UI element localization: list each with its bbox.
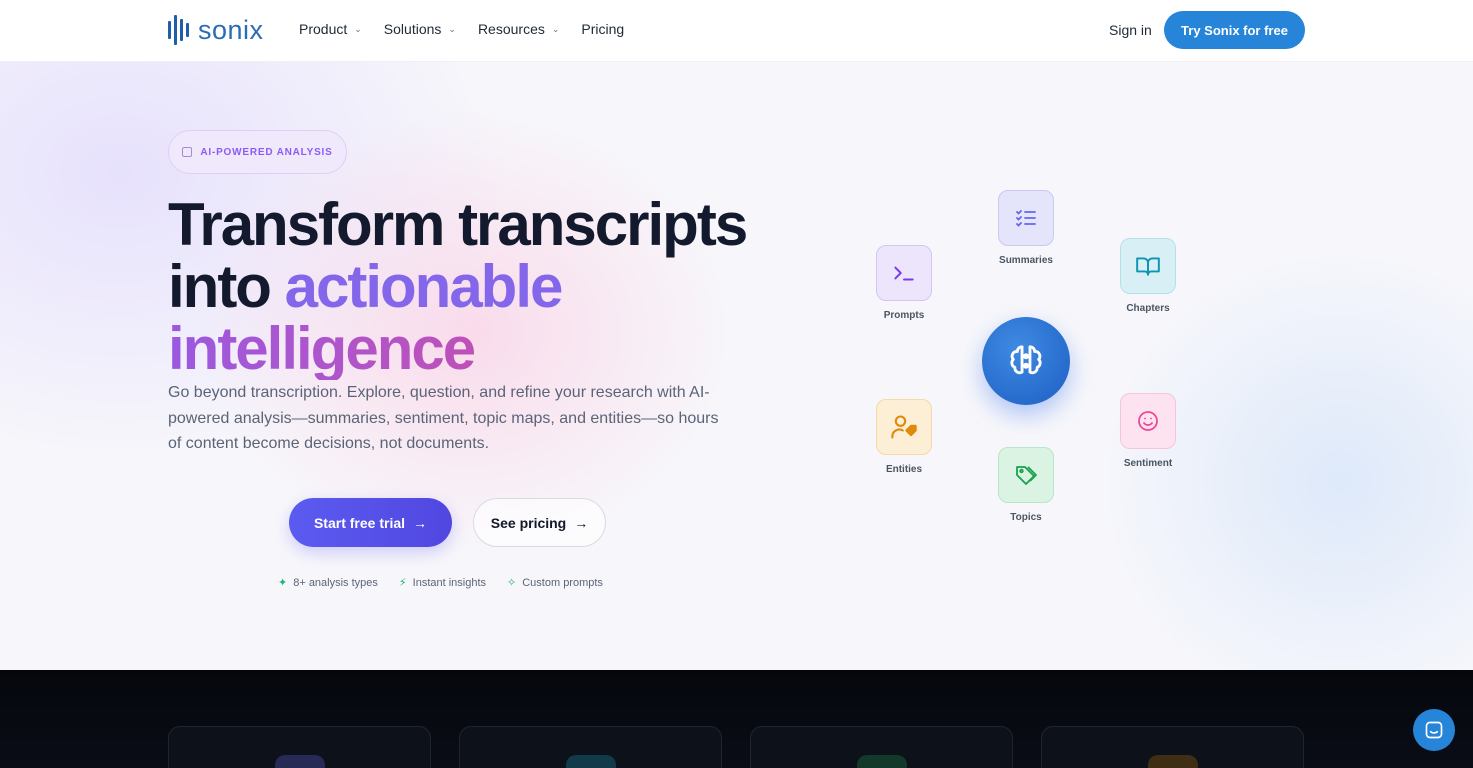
card-icon xyxy=(1148,755,1198,768)
feature-item: ⚡︎ Instant insights xyxy=(398,576,487,590)
nav-item-pricing[interactable]: Pricing xyxy=(581,21,624,37)
feature-label: 8+ analysis types xyxy=(293,576,378,589)
node-icon-box xyxy=(998,190,1054,246)
logo-text: sonix xyxy=(198,15,264,45)
node-label: Topics xyxy=(1010,512,1042,523)
node-entities[interactable]: Entities xyxy=(864,399,944,475)
chat-launcher-button[interactable] xyxy=(1413,709,1455,751)
nav-item-label: Product xyxy=(299,21,348,37)
chat-icon xyxy=(1425,721,1443,739)
arrow-right-icon: → xyxy=(574,514,589,531)
feature-label: Custom prompts xyxy=(522,576,603,589)
headline-line-1: Transform transcripts xyxy=(168,191,748,258)
sign-in-link[interactable]: Sign in xyxy=(1109,22,1152,38)
brain-icon xyxy=(1010,345,1042,375)
feature-card xyxy=(168,726,431,768)
nav-item-label: Resources xyxy=(477,21,545,37)
checklist-icon xyxy=(1016,210,1036,227)
nav-item-solutions[interactable]: Solutions ⌄ xyxy=(384,21,456,37)
hero-section: AI-POWERED ANALYSIS Transform transcript… xyxy=(0,62,1473,670)
feature-list: ✦ 8+ analysis types ⚡︎ Instant insights … xyxy=(278,576,624,590)
tag-icon xyxy=(1016,466,1037,485)
top-nav: sonix Product ⌄ Solutions ⌄ Resources ⌄ … xyxy=(0,0,1473,62)
arrow-right-icon: → xyxy=(413,514,428,531)
node-label: Summaries xyxy=(999,255,1053,266)
node-icon-box xyxy=(876,245,932,301)
node-chapters[interactable]: Chapters xyxy=(1108,238,1188,314)
features-section xyxy=(0,670,1473,768)
headline-accent-actionable: actionable xyxy=(284,253,564,320)
main-menu: Product ⌄ Solutions ⌄ Resources ⌄ Pricin… xyxy=(299,21,646,37)
see-pricing-button[interactable]: See pricing → xyxy=(473,498,606,547)
feature-label: Instant insights xyxy=(412,576,487,589)
nav-item-product[interactable]: Product ⌄ xyxy=(299,21,362,37)
node-icon-box xyxy=(876,399,932,455)
chevron-down-icon: ⌄ xyxy=(354,23,362,34)
lightning-icon: ⚡︎ xyxy=(398,577,407,589)
badge-label: AI-POWERED ANALYSIS xyxy=(200,146,333,158)
hero-headline: Transform transcripts into actionable in… xyxy=(168,191,748,380)
book-icon xyxy=(1136,257,1160,276)
nav-item-label: Pricing xyxy=(581,21,625,37)
node-icon-box xyxy=(1120,238,1176,294)
ai-badge: AI-POWERED ANALYSIS xyxy=(168,130,347,174)
card-icon xyxy=(566,755,616,768)
node-prompts[interactable]: Prompts xyxy=(864,245,944,321)
feature-item: ✧ Custom prompts xyxy=(507,576,603,590)
start-free-trial-button[interactable]: Start free trial → xyxy=(289,498,452,547)
chevron-down-icon: ⌄ xyxy=(448,23,456,34)
node-icon-box xyxy=(1120,393,1176,449)
node-label: Chapters xyxy=(1126,303,1170,314)
headline-accent-intelligence: intelligence xyxy=(168,318,746,380)
terminal-icon xyxy=(894,266,914,281)
sparkle-icon: ✦ xyxy=(278,577,288,589)
nav-item-resources[interactable]: Resources ⌄ xyxy=(478,21,559,37)
hero-subtext: Go beyond transcription. Explore, questi… xyxy=(168,384,719,452)
brain-orb xyxy=(982,317,1070,405)
feature-item: ✦ 8+ analysis types xyxy=(278,576,378,590)
node-label: Prompts xyxy=(883,310,925,321)
magic-wand-icon: ✧ xyxy=(507,577,517,589)
node-label: Entities xyxy=(885,464,923,475)
node-summaries[interactable]: Summaries xyxy=(986,190,1066,266)
try-free-button[interactable]: Try Sonix for free xyxy=(1164,11,1305,49)
node-topics[interactable]: Topics xyxy=(986,447,1066,523)
logo-bars-icon xyxy=(168,14,189,46)
button-label: Start free trial xyxy=(313,514,406,531)
chip-icon xyxy=(182,147,193,157)
chevron-down-icon: ⌄ xyxy=(551,23,560,34)
user-tag-icon xyxy=(891,415,917,439)
node-label: Sentiment xyxy=(1123,458,1173,469)
headline-plain: into xyxy=(168,253,285,320)
feature-card xyxy=(1041,726,1304,768)
feature-card xyxy=(459,726,722,768)
headline-line-2: into actionable xyxy=(168,256,746,318)
feature-card xyxy=(750,726,1013,768)
button-label: See pricing xyxy=(490,514,567,531)
node-icon-box xyxy=(998,447,1054,503)
node-sentiment[interactable]: Sentiment xyxy=(1108,393,1188,469)
card-icon xyxy=(275,755,325,768)
sonix-logo[interactable]: sonix xyxy=(168,14,264,46)
nav-item-label: Solutions xyxy=(383,21,442,37)
card-icon xyxy=(857,755,907,768)
smile-icon xyxy=(1138,411,1158,431)
